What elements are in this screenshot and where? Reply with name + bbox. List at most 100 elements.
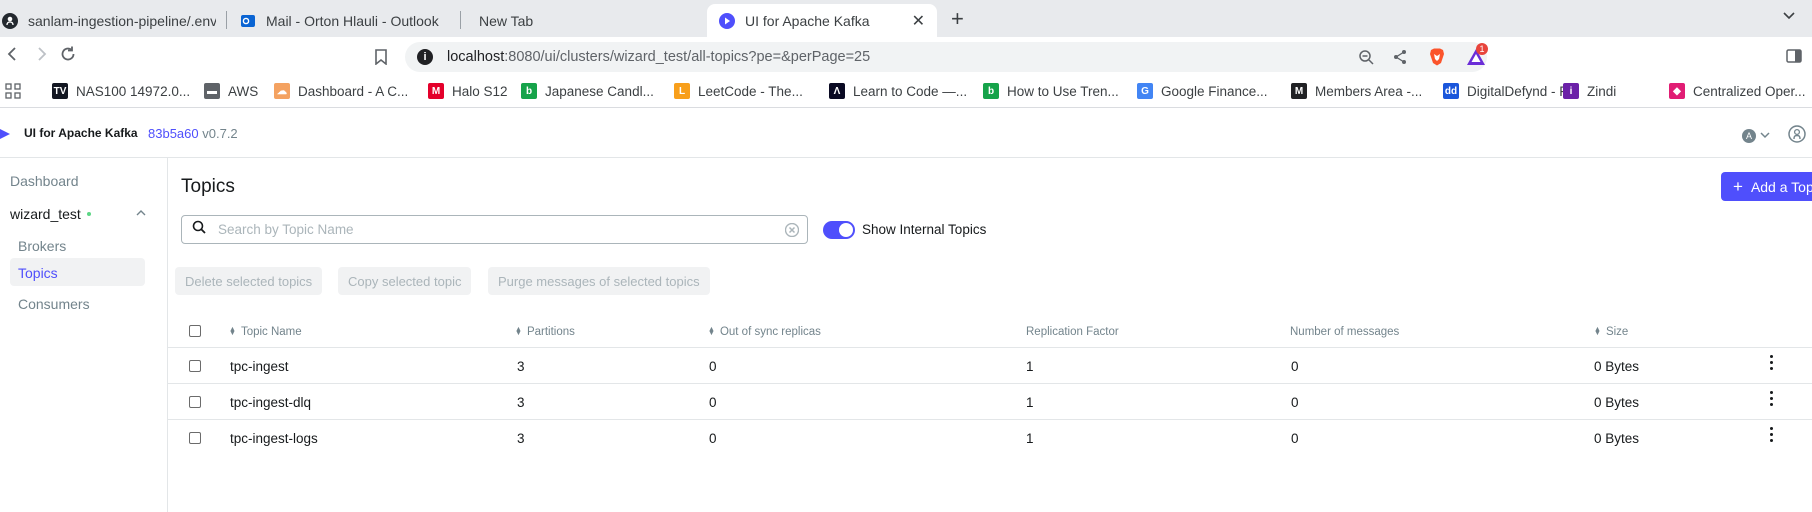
notification-badge: 1 bbox=[1476, 43, 1488, 55]
bookmark-icon[interactable] bbox=[374, 49, 388, 70]
column-header-partitions[interactable]: ▲ ▼ Partitions bbox=[515, 326, 575, 338]
plus-icon: + bbox=[1733, 176, 1743, 196]
sidebar-toggle-icon[interactable] bbox=[1786, 47, 1802, 70]
bookmark-item[interactable]: ◆ Centralized Oper... bbox=[1669, 83, 1806, 99]
brave-rewards-icon[interactable]: 1 bbox=[1465, 43, 1488, 67]
outlook-icon bbox=[240, 13, 256, 29]
bookmark-item[interactable]: M Halo S12 bbox=[428, 83, 508, 99]
select-all-checkbox[interactable] bbox=[189, 325, 201, 337]
tab-outlook[interactable]: Mail - Orton Hlauli - Outlook bbox=[240, 4, 440, 37]
bookmark-item[interactable]: ▬ AWS bbox=[204, 83, 258, 99]
row-checkbox[interactable] bbox=[189, 360, 201, 372]
bookmark-item[interactable]: M Members Area -... bbox=[1291, 83, 1422, 99]
sidebar-item-dashboard[interactable]: Dashboard bbox=[10, 173, 79, 189]
bookmark-label: AWS bbox=[228, 83, 259, 99]
share-icon[interactable] bbox=[1392, 49, 1408, 69]
show-internal-topics-toggle[interactable] bbox=[823, 221, 855, 239]
column-header-replication-factor: Replication Factor bbox=[1026, 326, 1119, 338]
topic-search bbox=[181, 215, 808, 244]
table-row: tpc-ingest 3 0 1 0 0 Bytes bbox=[168, 348, 1812, 384]
folder-icon: ▬ bbox=[204, 83, 220, 99]
tab-separator bbox=[460, 11, 461, 29]
url-text: localhost:8080/ui/clusters/wizard_test/a… bbox=[447, 49, 871, 65]
search-input[interactable] bbox=[218, 222, 778, 237]
toggle-label: Show Internal Topics bbox=[862, 222, 987, 237]
github-icon[interactable] bbox=[1788, 125, 1806, 148]
sidebar: Dashboard wizard_test Brokers Topics Con… bbox=[0, 158, 168, 512]
leetcode-icon: L bbox=[674, 83, 690, 99]
bookmark-item[interactable]: i Zindi bbox=[1563, 83, 1616, 99]
column-header-messages: Number of messages bbox=[1290, 326, 1400, 338]
app-version: 83b5a60 v0.7.2 bbox=[148, 126, 238, 141]
tab-kafka-ui[interactable]: UI for Apache Kafka ✕ bbox=[707, 4, 937, 37]
cell-replication: 1 bbox=[1026, 395, 1034, 410]
reload-icon[interactable] bbox=[59, 45, 77, 69]
page-title: Topics bbox=[181, 176, 235, 197]
tab-title: Mail - Orton Hlauli - Outlook bbox=[266, 12, 439, 29]
tab-new-tab[interactable]: New Tab bbox=[479, 4, 679, 37]
sidebar-item-topics[interactable]: Topics bbox=[10, 258, 145, 286]
user-menu[interactable]: A bbox=[1742, 127, 1770, 145]
cell-size: 0 Bytes bbox=[1594, 395, 1640, 410]
site-info-icon[interactable]: i bbox=[417, 49, 433, 65]
bookmark-label: Members Area -... bbox=[1315, 83, 1423, 99]
back-arrow-icon[interactable] bbox=[4, 45, 22, 69]
cell-partitions: 3 bbox=[517, 359, 525, 374]
bookmark-item[interactable]: ☁ Dashboard - A C... bbox=[274, 83, 408, 99]
bookmark-label: How to Use Tren... bbox=[1007, 83, 1119, 99]
cell-size: 0 Bytes bbox=[1594, 431, 1640, 446]
add-topic-button[interactable]: + Add a Topic bbox=[1721, 172, 1812, 201]
table-header: ▲ ▼ Topic Name ▲ ▼ Partitions ▲ ▼ Out of sync … bbox=[168, 312, 1812, 348]
close-icon[interactable]: ✕ bbox=[904, 11, 925, 31]
tab-search-chevron-icon[interactable] bbox=[1782, 8, 1796, 25]
sidebar-item-brokers[interactable]: Brokers bbox=[18, 238, 66, 254]
table-row: tpc-ingest-dlq 3 0 1 0 0 Bytes bbox=[168, 384, 1812, 420]
b-icon: b bbox=[983, 83, 999, 99]
sidebar-item-consumers[interactable]: Consumers bbox=[18, 296, 90, 312]
brave-shield-icon[interactable] bbox=[1429, 48, 1445, 70]
more-vertical-icon[interactable] bbox=[1770, 355, 1773, 370]
bookmark-item[interactable]: b Japanese Candl... bbox=[521, 83, 654, 99]
clear-search-icon[interactable] bbox=[784, 222, 800, 242]
bookmark-item[interactable]: Λ Learn to Code —... bbox=[829, 83, 967, 99]
row-checkbox[interactable] bbox=[189, 432, 201, 444]
column-header-topic-name[interactable]: ▲ ▼ Topic Name bbox=[229, 326, 302, 338]
apps-grid-icon[interactable] bbox=[5, 83, 21, 99]
topic-name-link[interactable]: tpc-ingest bbox=[230, 359, 289, 374]
forward-arrow-icon[interactable] bbox=[32, 45, 50, 69]
purge-selected-button[interactable]: Purge messages of selected topics bbox=[488, 267, 710, 295]
kafka-ui-logo-icon[interactable] bbox=[0, 125, 10, 143]
more-vertical-icon[interactable] bbox=[1770, 391, 1773, 406]
topic-name-link[interactable]: tpc-ingest-dlq bbox=[230, 395, 311, 410]
column-header-size[interactable]: ▲ ▼ Size bbox=[1594, 326, 1628, 338]
cluster-name: wizard_test bbox=[10, 206, 81, 222]
cell-replication: 1 bbox=[1026, 431, 1034, 446]
more-vertical-icon[interactable] bbox=[1770, 427, 1773, 442]
new-tab-plus-icon[interactable]: + bbox=[951, 6, 964, 32]
bookmark-item[interactable]: b How to Use Tren... bbox=[983, 83, 1119, 99]
bookmark-item[interactable]: dd DigitalDefynd - F... bbox=[1443, 83, 1577, 99]
sidebar-cluster-toggle[interactable]: wizard_test bbox=[10, 206, 146, 222]
delete-selected-button[interactable]: Delete selected topics bbox=[175, 267, 323, 295]
bookmark-item[interactable]: G Google Finance... bbox=[1137, 83, 1268, 99]
search-icon bbox=[192, 220, 206, 239]
bookmark-item[interactable]: TV NAS100 14972.0... bbox=[52, 83, 190, 99]
address-bar[interactable]: i localhost:8080/ui/clusters/wizard_test… bbox=[405, 42, 1487, 72]
zoom-out-icon[interactable] bbox=[1358, 49, 1374, 69]
bookmark-label: Google Finance... bbox=[1161, 83, 1268, 99]
cell-messages: 0 bbox=[1291, 359, 1299, 374]
tab-github[interactable]: sanlam-ingestion-pipeline/.env bbox=[0, 4, 216, 37]
row-checkbox[interactable] bbox=[189, 396, 201, 408]
bookmark-label: Zindi bbox=[1587, 83, 1617, 99]
column-header-out-of-sync[interactable]: ▲ ▼ Out of sync replicas bbox=[708, 326, 821, 338]
copy-selected-button[interactable]: Copy selected topic bbox=[338, 267, 472, 295]
bookmark-item[interactable]: L LeetCode - The... bbox=[674, 83, 803, 99]
sort-icon: ▲ ▼ bbox=[229, 326, 236, 337]
add-topic-label: Add a Topic bbox=[1750, 178, 1812, 195]
topic-name-link[interactable]: tpc-ingest-logs bbox=[230, 431, 318, 446]
bookmark-label: Japanese Candl... bbox=[545, 83, 654, 99]
cell-messages: 0 bbox=[1291, 431, 1299, 446]
app-name[interactable]: UI for Apache Kafka bbox=[24, 126, 138, 140]
cell-out-of-sync: 0 bbox=[709, 359, 717, 374]
cell-messages: 0 bbox=[1291, 395, 1299, 410]
